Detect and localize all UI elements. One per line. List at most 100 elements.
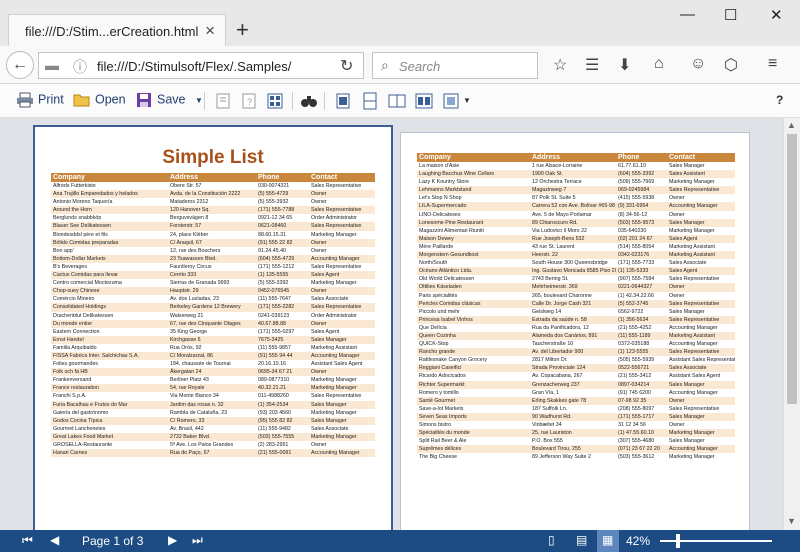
reader-view-icon[interactable]: ▬ [45,57,59,73]
company-cell: Save-a-lot Markets [419,405,464,412]
contact-cell: Sales Representative [669,276,720,283]
address-cell: Rua da Panificadora, 12 [532,324,589,331]
multi-page-view-button[interactable]: ▦ [597,530,619,552]
zoom-slider-handle[interactable] [676,534,680,548]
page-view-mode-icon[interactable] [415,92,433,110]
bookmark-star-icon[interactable]: ☆ [553,55,567,75]
bookmarks-icon[interactable] [214,92,232,110]
table-row: Godos Cocina Típica C/ Romero, 33 (95) 555… [51,416,375,425]
close-tab-icon[interactable]: × [205,21,215,41]
contact-cell: Sales Manager [669,308,705,315]
contact-cell: Sales Representative [309,206,375,215]
view-dropdown-icon[interactable]: ▼ [463,96,471,105]
address-cell: Berliner Platz 43 [170,377,209,384]
maximize-icon[interactable]: ☐ [724,6,737,24]
contact-cell: Marketing Assistant [669,243,715,250]
phone-cell: (208) 555-8097 [618,405,655,412]
phone-cell: (02) 201 24 67 [616,234,667,243]
close-window-icon[interactable]: ✕ [770,6,783,24]
phone-cell: (93) 203 4560 [258,409,291,416]
last-page-icon[interactable]: ⏭ [192,533,203,548]
browser-tab[interactable]: file:///D:/Stim...erCreation.html × [8,14,226,46]
zoom-mode-icon[interactable] [442,92,460,110]
phone-cell: (514) 555-8054 [618,243,655,250]
table-row: Du monde entier 67, rue des Cinquante Ota… [51,319,375,328]
multiple-pages-icon[interactable] [388,92,406,110]
table-row: France restauration 54, rue Royale 40.32.2… [51,384,375,393]
company-cell: Franchi S.p.A. [53,393,87,400]
contact-cell: Accounting Manager [669,341,718,348]
company-cell: Laughing Bacchus Wine Cellars [417,170,530,179]
table-row: Eastern Connection 35 King George (171) 55… [51,328,375,336]
table-row: Hanari Carnes Rua do Paço, 67 (21) 555-009… [51,449,375,458]
contact-cell: Marketing Manager [311,231,357,238]
phone-cell: (503) 555-3612 [618,454,655,461]
url-text[interactable]: file:///D:/Stimulsoft/Flex/.Samples/ [97,59,291,74]
contact-cell: Marketing Manager [309,384,375,393]
back-arrow-icon[interactable]: ← [6,51,34,79]
single-page-view-icon[interactable]: ▯ [548,533,555,547]
home-icon[interactable]: ⌂ [654,55,664,73]
address-cell: 12, rue des Bouchers [170,247,221,254]
table-row: Ottilies Käseladen Mehrheimerstr. 369 0221… [417,283,735,292]
company-cell: Let's Stop N Shop [419,195,462,202]
phone-cell: 0695-34 67 21 [256,368,309,377]
continuous-page-icon[interactable] [361,92,379,110]
download-icon[interactable]: ⬇ [618,55,631,75]
contact-cell: Sales Representative [669,405,720,412]
info-icon[interactable]: ⓘ [73,57,87,77]
contact-cell: Marketing Manager [311,280,357,287]
phone-cell: 61.77.61.10 [618,163,646,169]
first-page-icon[interactable]: ⏮ [22,533,33,548]
pocket-icon[interactable]: ⬡ [724,55,738,75]
reload-icon[interactable]: ↻ [340,56,353,76]
thumbnails-icon[interactable] [266,92,284,110]
scroll-up-icon[interactable]: ▲ [787,120,796,130]
address-cell: Via Monte Bianco 34 [170,393,219,400]
table-row: Drachenblut Delikatessen Walserweg 21 0241… [51,312,375,320]
company-cell: Queen Cozinha [417,331,530,341]
report-page-2: Company Address Phone Contact La maison … [400,132,750,530]
table-row: Bottom-Dollar Markets 23 Tsawassen Blvd.(… [51,254,375,263]
address-cell: 89 Chiaroscuro Rd. [530,218,616,227]
single-page-icon[interactable] [334,92,352,110]
previous-page-icon[interactable]: ◀ [50,533,59,547]
print-button[interactable]: Print [16,92,64,110]
phone-cell: (9) 331-6954 [616,202,667,211]
company-cell: Spécialités du monde [417,429,530,438]
table-row: Suprêmes délices Boulevard Tirou, 255 (071… [417,445,735,454]
open-button[interactable]: Open [73,92,126,110]
vertical-scrollbar[interactable]: ▲ ▼ [783,118,800,530]
column-header-address: Address [530,153,616,162]
save-button[interactable]: Save ▼ [135,92,203,110]
parameters-icon[interactable]: ? [240,92,258,110]
reading-list-icon[interactable]: ☰ [585,55,599,75]
phone-cell: (505) 555-5939 [618,357,655,364]
contact-cell: Marketing Manager [669,179,715,186]
menu-icon[interactable]: ≡ [768,55,777,73]
find-binoculars-icon[interactable] [300,92,318,110]
continuous-view-icon[interactable]: ▤ [576,533,587,547]
address-cell: Ing. Gustavo Moncada 8585 Piso 20-A [530,267,616,276]
company-cell: Blondesddsl père et fils [53,231,108,238]
contact-cell: Owner [669,211,685,218]
company-cell: Romero y tomillo [419,389,459,396]
new-tab-icon[interactable]: + [236,17,249,43]
address-cell: Ave. 5 de Mayo Porlamar [532,211,592,218]
next-page-icon[interactable]: ▶ [168,533,177,547]
grid-view-icon: ▦ [602,533,614,547]
contact-cell: Assistant Sales Agent [311,361,363,368]
emoji-icon[interactable]: ☺ [690,55,706,73]
save-dropdown-icon[interactable]: ▼ [195,96,203,105]
help-icon[interactable]: ? [776,93,783,107]
minimize-icon[interactable]: — [680,6,695,23]
search-input[interactable]: ⌕ Search [372,52,538,79]
scrollbar-thumb[interactable] [787,134,797,404]
contact-cell: Marketing Manager [309,432,375,441]
company-cell: Around the Horn [51,206,168,215]
table-row: Save-a-lot Markets 187 Suffolk Ln. (208) 5… [417,405,735,413]
phone-cell: 0221-0644327 [616,283,667,292]
scroll-down-icon[interactable]: ▼ [787,516,796,526]
address-bar[interactable]: ▬ ⓘ file:///D:/Stimulsoft/Flex/.Samples/ [38,52,364,79]
address-cell: Av. Brasil, 442 [170,425,204,432]
